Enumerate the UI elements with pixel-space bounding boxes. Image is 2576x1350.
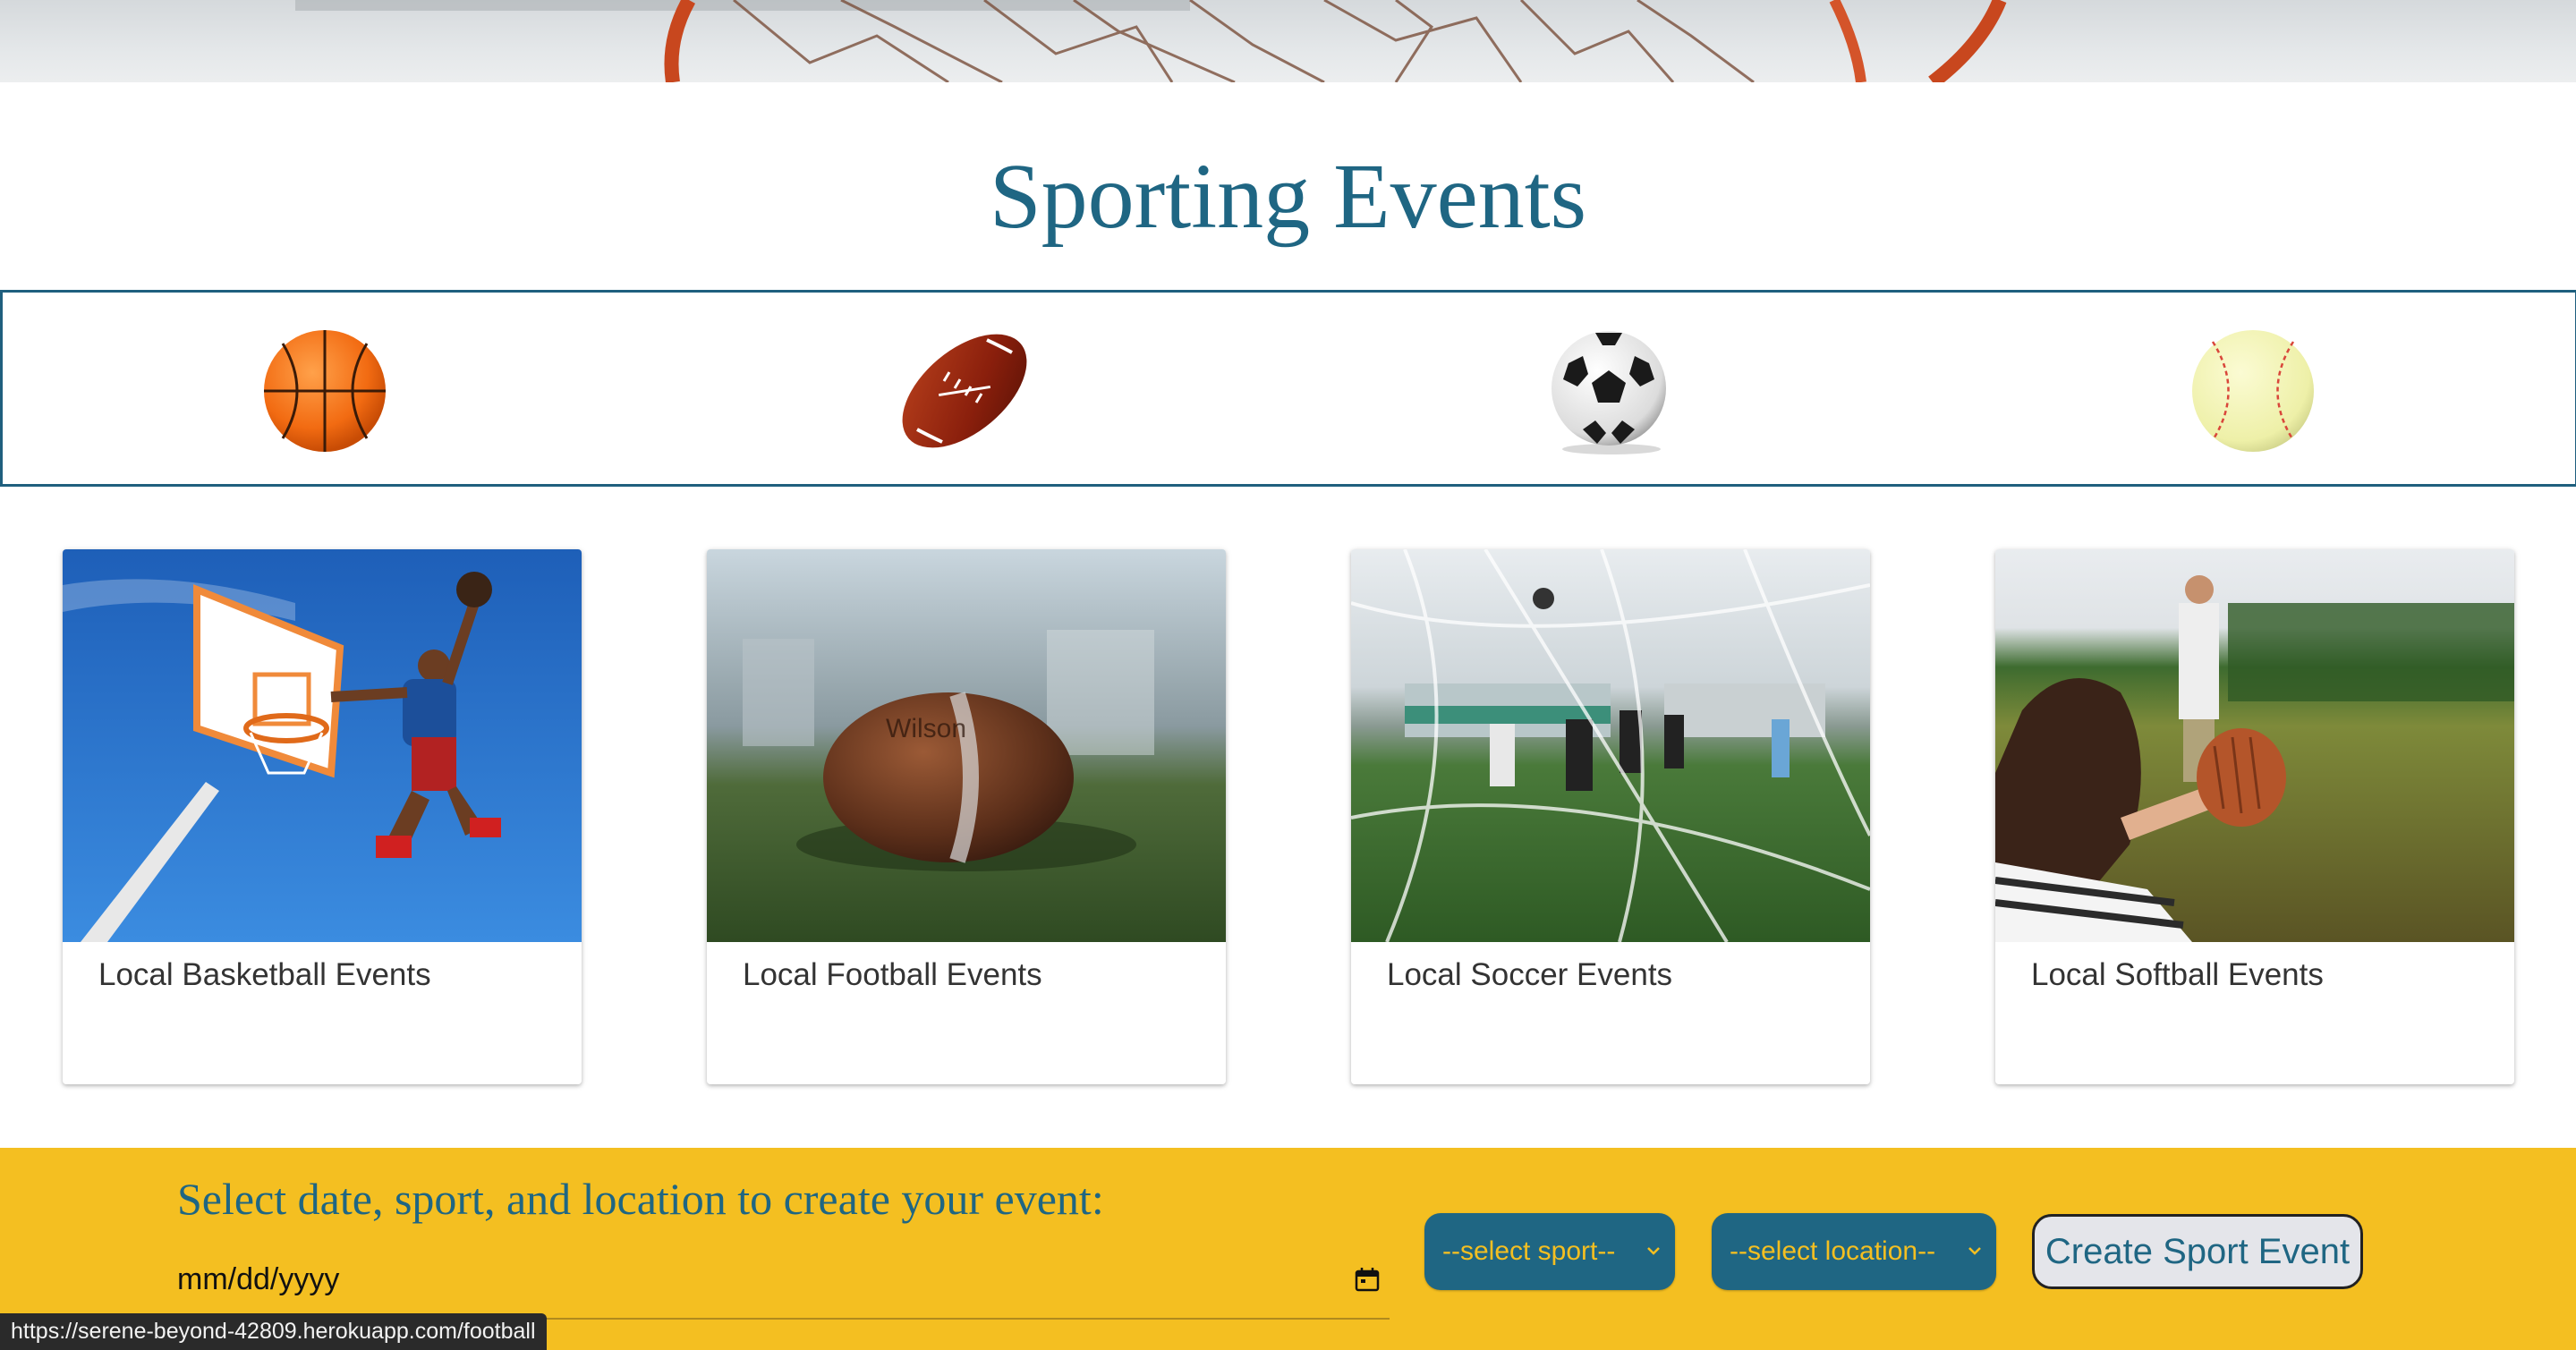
card-title: Local Soccer Events [1387,957,1673,992]
sport-icon-strip [0,290,2576,487]
create-event-prompt: Select date, sport, and location to crea… [177,1174,1104,1224]
location-select[interactable]: --select location-- [1712,1213,1996,1290]
card-title: Local Basketball Events [98,957,431,992]
chevron-down-icon [1643,1238,1664,1260]
create-sport-event-button[interactable]: Create Sport Event [2032,1214,2363,1289]
location-select-value: --select location-- [1730,1236,1936,1266]
card-title: Local Softball Events [2031,957,2324,992]
soccer-goal-net-photo [1351,549,1870,942]
date-placeholder: mm/dd/yyyy [177,1262,340,1296]
hero-banner-image [0,0,2576,82]
softball-events-card[interactable]: Local Softball Events [1995,549,2514,1084]
chevron-down-icon [1964,1238,1985,1260]
event-date-input[interactable]: mm/dd/yyyy [177,1255,1390,1320]
card-title: Local Football Events [743,957,1042,992]
soccer-ball-icon[interactable] [1542,324,1676,458]
softball-icon[interactable] [2186,324,2320,458]
svg-text:Wilson: Wilson [886,714,966,743]
basketball-dunk-photo [63,549,582,942]
sport-select-value: --select sport-- [1442,1236,1616,1266]
softball-catch-photo [1995,549,2514,942]
basketball-icon[interactable] [258,324,392,458]
basketball-events-card[interactable]: Local Basketball Events [63,549,582,1084]
football-on-turf-photo: Wilson [707,549,1226,942]
sport-select[interactable]: --select sport-- [1424,1213,1675,1290]
football-icon[interactable] [897,324,1032,458]
page-title: Sporting Events [989,145,1587,248]
soccer-events-card[interactable]: Local Soccer Events [1351,549,1870,1084]
status-bar-url: https://serene-beyond-42809.herokuapp.co… [0,1313,547,1350]
calendar-icon[interactable] [1354,1266,1381,1293]
football-events-card[interactable]: Wilson Local Football Events [707,549,1226,1084]
